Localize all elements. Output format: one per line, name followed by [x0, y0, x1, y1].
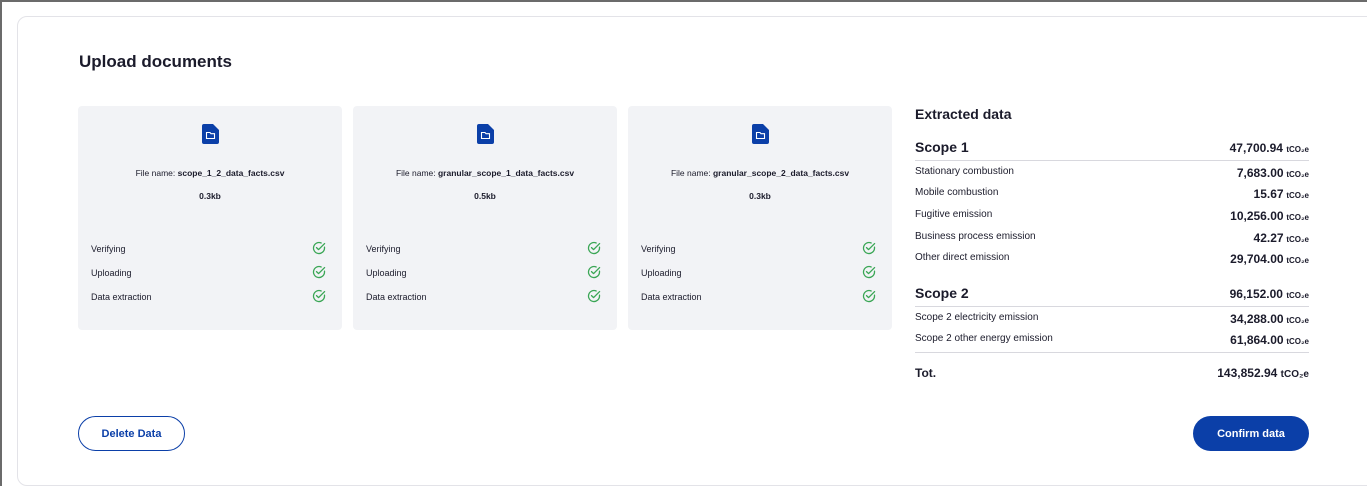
extracted-data-title: Extracted data: [915, 106, 1012, 122]
step-label: Data extraction: [641, 292, 702, 302]
file-card: File name: scope_1_2_data_facts.csv 0.3k…: [78, 106, 342, 330]
page-title: Upload documents: [79, 52, 233, 71]
check-circle-icon: [587, 289, 601, 303]
step-label: Uploading: [91, 268, 132, 278]
check-circle-icon: [862, 241, 876, 255]
row-value: 34,288.00 tCO₂e: [1230, 312, 1309, 326]
scope-label: Scope 2: [915, 285, 969, 301]
row-value: 10,256.00 tCO₂e: [1230, 209, 1309, 223]
step-label: Verifying: [91, 244, 126, 254]
step-verifying: Verifying: [366, 241, 601, 256]
step-data-extraction: Data extraction: [91, 289, 326, 304]
file-card: File name: granular_scope_2_data_facts.c…: [628, 106, 892, 330]
check-circle-icon: [587, 265, 601, 279]
scope-value: 96,152.00 tCO₂e: [1229, 287, 1309, 301]
row-value: 29,704.00 tCO₂e: [1230, 252, 1309, 266]
file-name: File name: scope_1_2_data_facts.csv: [135, 168, 285, 178]
file-name: File name: granular_scope_2_data_facts.c…: [670, 168, 850, 178]
check-circle-icon: [862, 289, 876, 303]
file-folder-icon: [202, 124, 219, 144]
step-label: Verifying: [366, 244, 401, 254]
check-circle-icon: [312, 265, 326, 279]
row-label: Fugitive emission: [915, 209, 993, 220]
confirm-data-button[interactable]: Confirm data: [1193, 416, 1309, 451]
row-label: Mobile combustion: [915, 187, 999, 198]
divider: [915, 352, 1309, 353]
step-label: Uploading: [366, 268, 407, 278]
row-label: Business process emission: [915, 231, 1036, 242]
step-uploading: Uploading: [641, 265, 876, 280]
step-verifying: Verifying: [91, 241, 326, 256]
file-folder-icon: [752, 124, 769, 144]
total-label: Tot.: [915, 366, 937, 380]
file-card: File name: granular_scope_1_data_facts.c…: [353, 106, 617, 330]
step-uploading: Uploading: [91, 265, 326, 280]
file-folder-icon: [477, 124, 494, 144]
row-value: 7,683.00 tCO₂e: [1236, 166, 1309, 180]
scope-value: 47,700.94 tCO₂e: [1229, 141, 1309, 155]
check-circle-icon: [862, 265, 876, 279]
step-uploading: Uploading: [366, 265, 601, 280]
row-label: Stationary combustion: [915, 166, 1014, 177]
row-value: 61,864.00 tCO₂e: [1230, 333, 1309, 347]
step-data-extraction: Data extraction: [366, 289, 601, 304]
file-size: 0.3kb: [749, 191, 771, 201]
total-row: Tot. 143,852.94 tCO₂e: [915, 366, 1309, 382]
emission-row: Fugitive emission 10,256.00 tCO₂e: [915, 209, 1309, 223]
step-label: Verifying: [641, 244, 676, 254]
check-circle-icon: [312, 241, 326, 255]
emission-row: Scope 2 electricity emission 34,288.00 t…: [915, 312, 1309, 326]
divider: [915, 306, 1309, 307]
scope-1-row: Scope 1 47,700.94 tCO₂e: [915, 139, 1309, 157]
emission-row: Stationary combustion 7,683.00 tCO₂e: [915, 166, 1309, 180]
row-label: Scope 2 electricity emission: [915, 312, 1039, 323]
emission-row: Other direct emission 29,704.00 tCO₂e: [915, 252, 1309, 266]
file-size: 0.3kb: [199, 191, 221, 201]
scope-label: Scope 1: [915, 139, 969, 155]
row-value: 42.27 tCO₂e: [1253, 231, 1309, 245]
check-circle-icon: [312, 289, 326, 303]
file-name: File name: granular_scope_1_data_facts.c…: [395, 168, 575, 178]
delete-data-button[interactable]: Delete Data: [78, 416, 185, 451]
emission-row: Business process emission 42.27 tCO₂e: [915, 231, 1309, 245]
step-verifying: Verifying: [641, 241, 876, 256]
total-value: 143,852.94 tCO₂e: [1217, 366, 1309, 380]
row-label: Scope 2 other energy emission: [915, 333, 1053, 344]
step-data-extraction: Data extraction: [641, 289, 876, 304]
scope-2-row: Scope 2 96,152.00 tCO₂e: [915, 285, 1309, 303]
step-label: Uploading: [641, 268, 682, 278]
check-circle-icon: [587, 241, 601, 255]
row-label: Other direct emission: [915, 252, 1010, 263]
step-label: Data extraction: [366, 292, 427, 302]
emission-row: Mobile combustion 15.67 tCO₂e: [915, 187, 1309, 201]
row-value: 15.67 tCO₂e: [1253, 187, 1309, 201]
step-label: Data extraction: [91, 292, 152, 302]
emission-row: Scope 2 other energy emission 61,864.00 …: [915, 333, 1309, 347]
file-size: 0.5kb: [474, 191, 496, 201]
divider: [915, 160, 1309, 161]
